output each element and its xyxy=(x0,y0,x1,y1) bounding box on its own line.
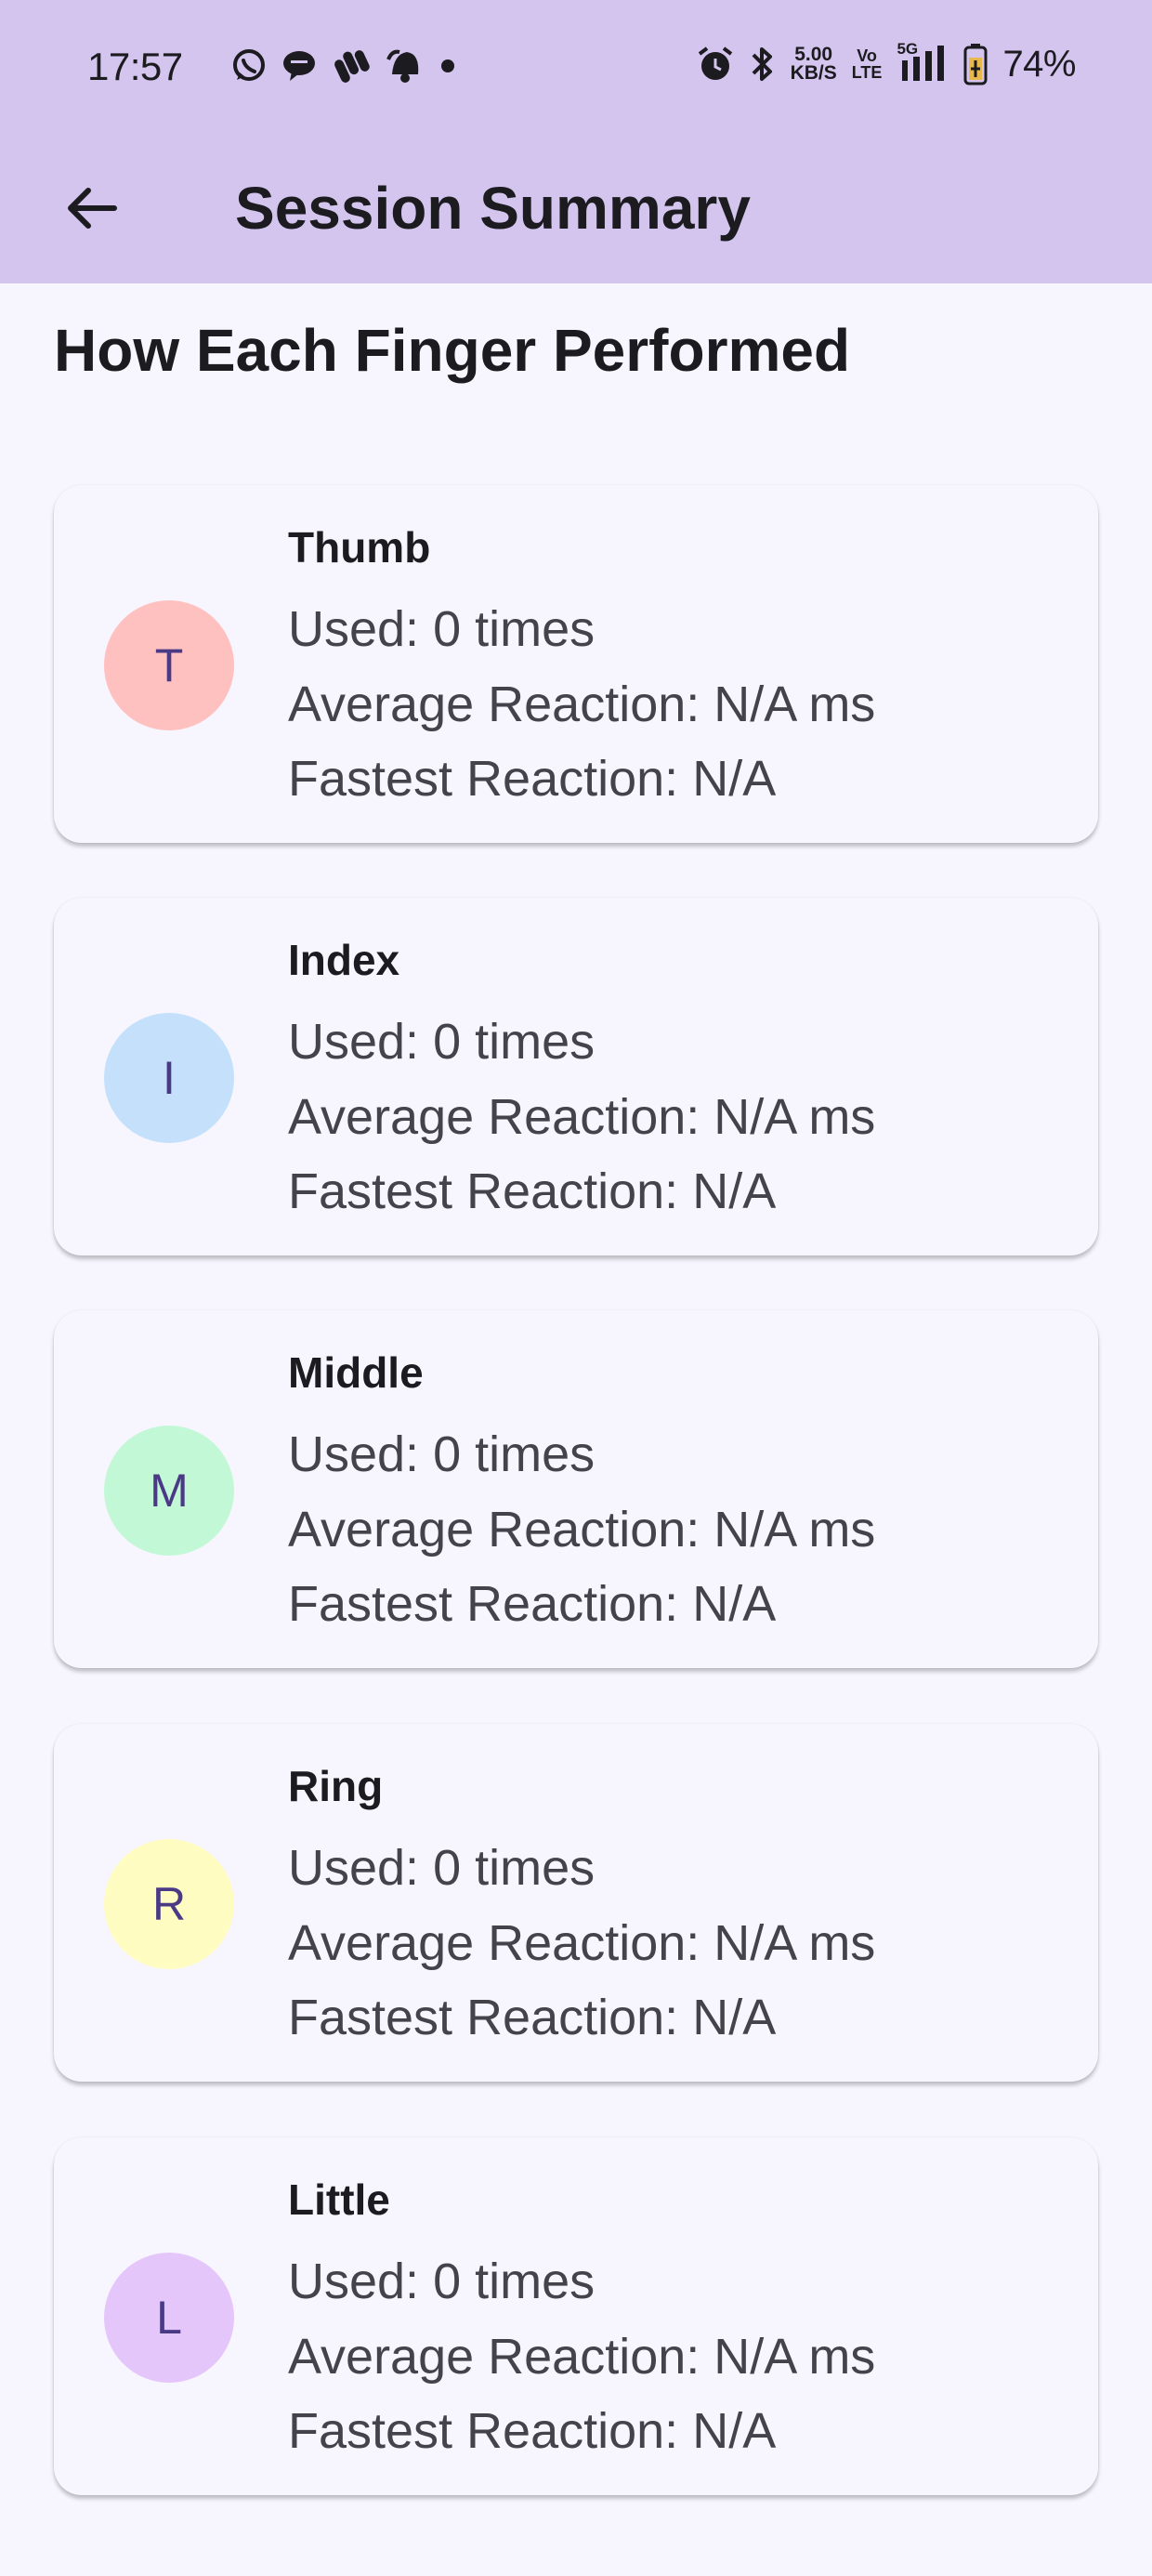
avatar: L xyxy=(104,2253,234,2383)
back-button[interactable] xyxy=(45,162,137,255)
used-count: Used: 0 times xyxy=(288,2254,596,2309)
fastest-reaction: Fastest Reaction: N/A xyxy=(288,1576,777,1632)
section-title: How Each Finger Performed xyxy=(54,317,851,384)
finger-card-middle: M Middle Used: 0 times Average Reaction:… xyxy=(54,1310,1098,1668)
used-count: Used: 0 times xyxy=(288,601,596,657)
app-bar: 17:57 5.00 KB/S Vo LTE 5G 74% Session Su… xyxy=(0,0,1152,283)
avatar: T xyxy=(104,600,234,730)
finger-name: Ring xyxy=(288,1762,384,1810)
chat-bubble-icon xyxy=(281,47,318,85)
average-reaction: Average Reaction: N/A ms xyxy=(288,1915,876,1971)
status-time: 17:57 xyxy=(87,45,183,88)
average-reaction: Average Reaction: N/A ms xyxy=(288,677,876,732)
fastest-reaction: Fastest Reaction: N/A xyxy=(288,2403,777,2459)
finger-name: Little xyxy=(288,2175,390,2224)
finger-card-index: I Index Used: 0 times Average Reaction: … xyxy=(54,898,1098,1255)
whatsapp-icon xyxy=(230,47,268,85)
finger-card-thumb: T Thumb Used: 0 times Average Reaction: … xyxy=(54,485,1098,843)
page-title: Session Summary xyxy=(235,175,751,242)
toolbar: Session Summary xyxy=(0,139,1152,283)
network-speed: 5.00 KB/S xyxy=(790,44,837,84)
fastest-reaction: Fastest Reaction: N/A xyxy=(288,1990,777,2045)
slack-icon xyxy=(331,47,372,85)
used-count: Used: 0 times xyxy=(288,1426,596,1482)
fastest-reaction: Fastest Reaction: N/A xyxy=(288,1163,777,1219)
finger-name: Middle xyxy=(288,1348,424,1397)
avatar: R xyxy=(104,1839,234,1969)
average-reaction: Average Reaction: N/A ms xyxy=(288,1089,876,1145)
average-reaction: Average Reaction: N/A ms xyxy=(288,2329,876,2385)
volte-indicator: Vo LTE xyxy=(851,46,883,82)
finger-name: Index xyxy=(288,936,400,984)
battery-icon xyxy=(963,43,988,85)
used-count: Used: 0 times xyxy=(288,1840,596,1896)
status-bar: 17:57 5.00 KB/S Vo LTE 5G 74% xyxy=(0,0,1152,139)
dot-icon xyxy=(439,57,457,75)
fastest-reaction: Fastest Reaction: N/A xyxy=(288,751,777,807)
average-reaction: Average Reaction: N/A ms xyxy=(288,1502,876,1557)
battery-percent: 74% xyxy=(1002,43,1076,85)
bell-icon xyxy=(385,46,425,85)
finger-card-ring: R Ring Used: 0 times Average Reaction: N… xyxy=(54,1724,1098,2082)
notification-icons xyxy=(230,46,457,85)
used-count: Used: 0 times xyxy=(288,1014,596,1070)
alarm-icon xyxy=(696,45,735,84)
avatar: M xyxy=(104,1426,234,1556)
status-right: 5.00 KB/S Vo LTE 5G 74% xyxy=(696,40,1076,85)
signal-icon: 5G xyxy=(897,40,949,85)
finger-name: Thumb xyxy=(288,523,431,572)
avatar: I xyxy=(104,1013,234,1143)
finger-card-little: L Little Used: 0 times Average Reaction:… xyxy=(54,2137,1098,2495)
arrow-left-icon xyxy=(68,188,117,229)
bluetooth-icon xyxy=(750,44,776,85)
